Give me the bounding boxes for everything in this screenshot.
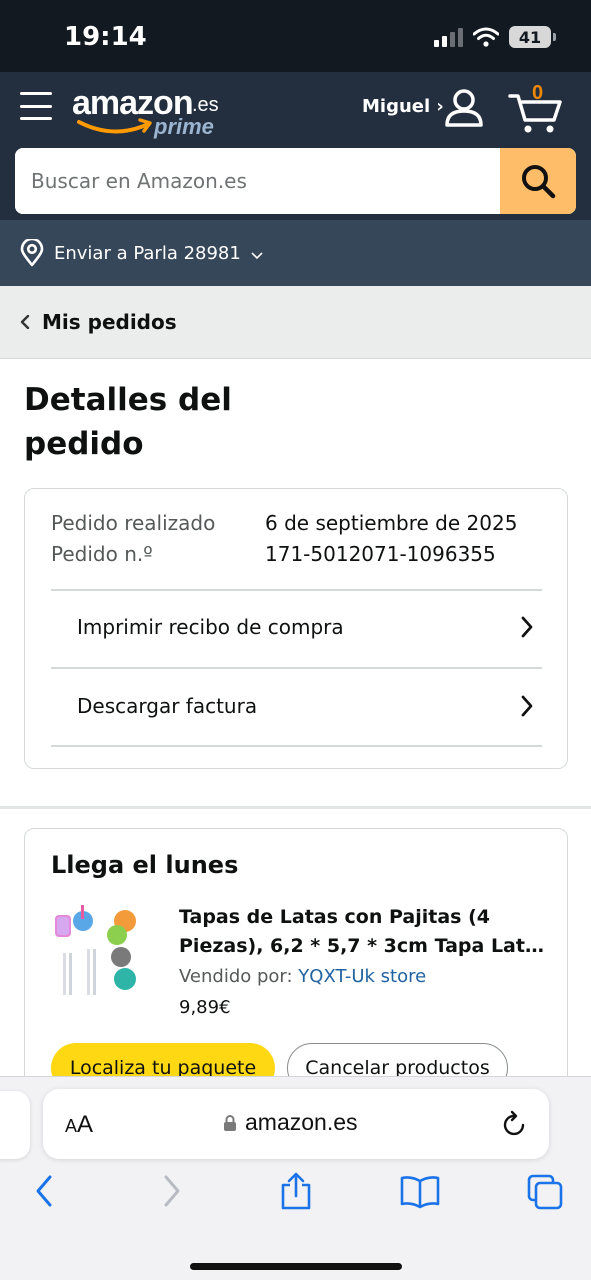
cart-count: 0: [532, 82, 544, 104]
bookmarks-icon[interactable]: [400, 1173, 440, 1209]
deliver-to-text: Enviar a Parla 28981: [54, 242, 241, 264]
share-icon[interactable]: [278, 1171, 314, 1211]
aa-big: A: [77, 1111, 94, 1138]
search-icon: [522, 165, 556, 199]
section-separator: [0, 806, 591, 809]
deliver-to-bar[interactable]: Enviar a Parla 28981: [0, 220, 591, 286]
account-name: Miguel ›: [362, 96, 444, 117]
seller-label: Vendido por:: [179, 966, 299, 987]
order-placed-label: Pedido realizado: [51, 511, 216, 535]
status-time: 19:14: [64, 22, 147, 52]
order-number-value: 171-5012071-1096355: [265, 542, 496, 566]
chevron-right-icon: [521, 695, 533, 717]
page-title: Detalles del pedido: [24, 382, 232, 462]
search-input[interactable]: [15, 148, 500, 214]
aa-small: A: [65, 1116, 78, 1136]
chevron-left-icon: [20, 315, 30, 329]
amazon-header: amazon .es prime Miguel › 0: [0, 72, 591, 220]
seller-line: Vendido por: YQXT-Uk store: [179, 966, 426, 987]
previous-tab-preview[interactable]: [0, 1091, 30, 1159]
url-text: amazon.es: [245, 1109, 358, 1135]
download-invoice-label: Descargar factura: [77, 694, 258, 718]
browser-bottom-bar: AA amazon.es: [0, 1076, 591, 1280]
lock-icon: [224, 1114, 236, 1131]
order-placed-value: 6 de septiembre de 2025: [265, 511, 518, 535]
search-button[interactable]: [500, 148, 576, 214]
print-receipt-link[interactable]: Imprimir recibo de compra: [51, 589, 542, 665]
account-link[interactable]: Miguel ›: [362, 96, 444, 117]
shipment-card: Llega el lunes Tapas de Latas con Pajita…: [24, 828, 568, 1098]
user-icon[interactable]: [444, 88, 484, 128]
print-receipt-label: Imprimir recibo de compra: [77, 615, 344, 639]
url-display[interactable]: amazon.es: [223, 1109, 358, 1136]
location-pin-icon: [20, 239, 44, 267]
order-number-label: Pedido n.º: [51, 542, 153, 566]
status-icons: 41: [434, 26, 556, 48]
seller-link[interactable]: YQXT-Uk store: [298, 966, 426, 987]
breadcrumb-label: Mis pedidos: [42, 310, 177, 334]
back-icon[interactable]: [32, 1173, 56, 1209]
forward-icon[interactable]: [160, 1173, 184, 1209]
signal-icon: [434, 27, 463, 47]
logo-prime: prime: [154, 114, 214, 139]
amazon-logo[interactable]: amazon .es prime: [72, 84, 232, 144]
divider: [51, 745, 542, 747]
smile-arrow-icon: [77, 118, 152, 134]
search-bar: [15, 148, 576, 214]
breadcrumb[interactable]: Mis pedidos: [0, 286, 591, 359]
chevron-right-icon: [521, 616, 533, 638]
wifi-icon: [473, 27, 499, 47]
product-price: 9,89€: [179, 997, 231, 1018]
address-bar[interactable]: AA amazon.es: [43, 1089, 549, 1159]
browser-toolbar: [0, 1171, 591, 1217]
menu-icon[interactable]: [20, 92, 52, 120]
tabs-icon[interactable]: [526, 1173, 564, 1211]
order-summary-card: Pedido realizado 6 de septiembre de 2025…: [24, 488, 568, 769]
home-indicator: [190, 1263, 402, 1270]
cart-button[interactable]: 0: [508, 82, 564, 133]
reader-options-button[interactable]: AA: [65, 1111, 93, 1139]
chevron-down-icon: [251, 252, 263, 260]
product-title[interactable]: Tapas de Latas con Pajitas (4 Piezas), 6…: [179, 903, 549, 961]
product-thumbnail[interactable]: [51, 903, 151, 1003]
arrival-heading: Llega el lunes: [51, 851, 239, 879]
status-bar: 19:14 41: [0, 0, 591, 72]
reload-icon[interactable]: [501, 1109, 529, 1139]
battery-icon: 41: [509, 26, 556, 48]
download-invoice-link[interactable]: Descargar factura: [51, 668, 542, 744]
